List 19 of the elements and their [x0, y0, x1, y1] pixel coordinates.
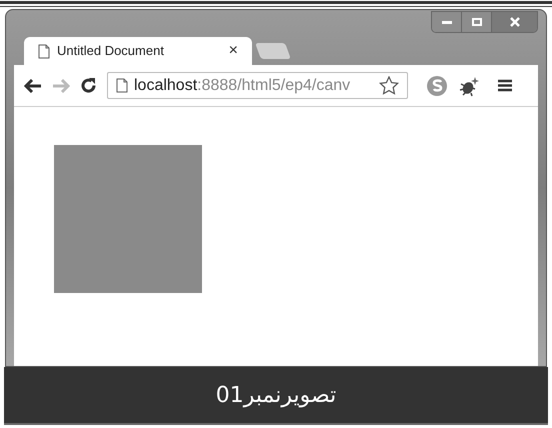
address-bar[interactable]: localhost:8888/html5/ep4/canv	[107, 72, 408, 99]
close-icon	[510, 17, 520, 27]
menu-icon[interactable]	[498, 79, 512, 92]
star-icon[interactable]	[379, 76, 399, 95]
reload-icon[interactable]	[80, 77, 97, 94]
page-icon	[38, 44, 50, 58]
s-logo-icon[interactable]	[426, 74, 448, 96]
caption-text: تصویرنمبر01	[216, 382, 336, 410]
browser-tab[interactable]: Untitled Document ×	[24, 37, 252, 65]
bug-icon[interactable]	[458, 74, 480, 96]
close-button[interactable]	[492, 12, 537, 32]
minimize-button[interactable]	[432, 12, 462, 32]
url-path: :8888/html5/ep4/canv	[197, 76, 350, 94]
tab-close-button[interactable]: ×	[228, 39, 238, 63]
maximize-button[interactable]	[462, 12, 492, 32]
page-icon	[116, 78, 128, 93]
url-host: localhost	[134, 76, 198, 94]
back-arrow-icon[interactable]	[24, 78, 42, 92]
tab-title: Untitled Document	[57, 42, 165, 60]
